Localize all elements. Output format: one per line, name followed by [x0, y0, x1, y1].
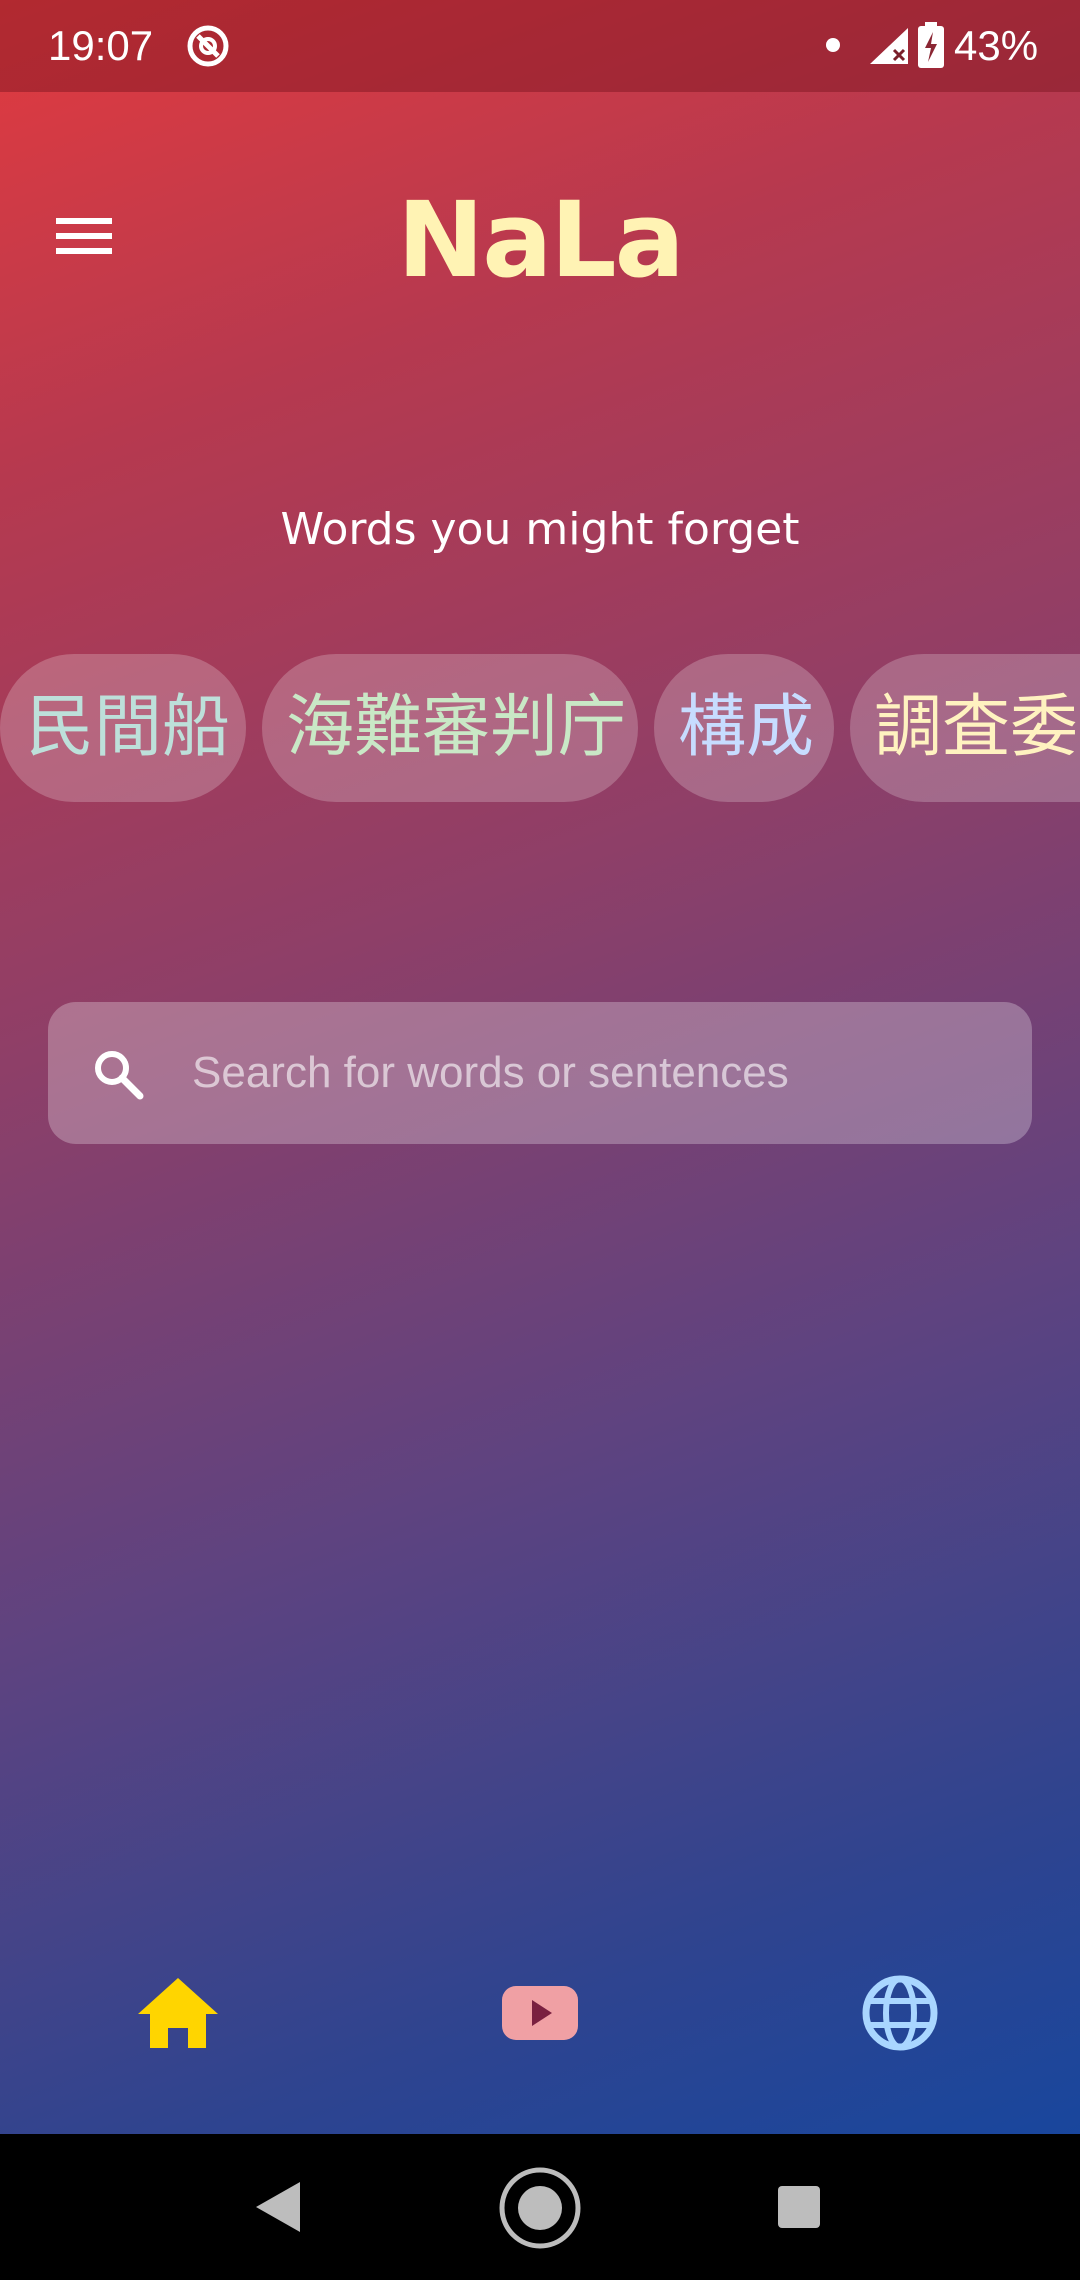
battery-charging-icon	[918, 22, 944, 68]
word-chip[interactable]: 調査委員	[850, 654, 1080, 802]
nav-globe-icon[interactable]	[840, 1968, 960, 2058]
app-notification-icon	[187, 25, 229, 67]
word-chip[interactable]: 海難審判庁	[262, 654, 638, 802]
search-placeholder: Search for words or sentences	[192, 1048, 789, 1097]
battery-percentage: 43%	[954, 22, 1039, 69]
app-title: NaLa	[397, 179, 685, 301]
search-input[interactable]: Search for words or sentences	[48, 1002, 1032, 1144]
nav-home-icon[interactable]	[118, 1968, 238, 2058]
word-chips-row: 民間船 海難審判庁 構成 調査委員	[0, 654, 1080, 804]
screen: 19:07 43% NaLa Words you might forget 民間…	[0, 0, 1080, 2280]
status-bar: 19:07 43%	[0, 0, 1080, 92]
status-time: 19:07	[48, 22, 154, 69]
word-chip[interactable]: 構成	[654, 654, 834, 802]
search-icon	[95, 1051, 144, 1100]
recents-icon[interactable]	[776, 2184, 822, 2230]
back-icon[interactable]	[252, 2178, 304, 2236]
section-title: Words you might forget	[280, 504, 800, 555]
word-chip[interactable]: 民間船	[0, 654, 246, 802]
signal-icon	[870, 28, 908, 64]
nav-video-icon[interactable]	[480, 1968, 600, 2058]
system-navigation-bar	[0, 2134, 1080, 2280]
dot-icon	[826, 38, 840, 52]
home-circle-icon[interactable]	[496, 2164, 584, 2252]
